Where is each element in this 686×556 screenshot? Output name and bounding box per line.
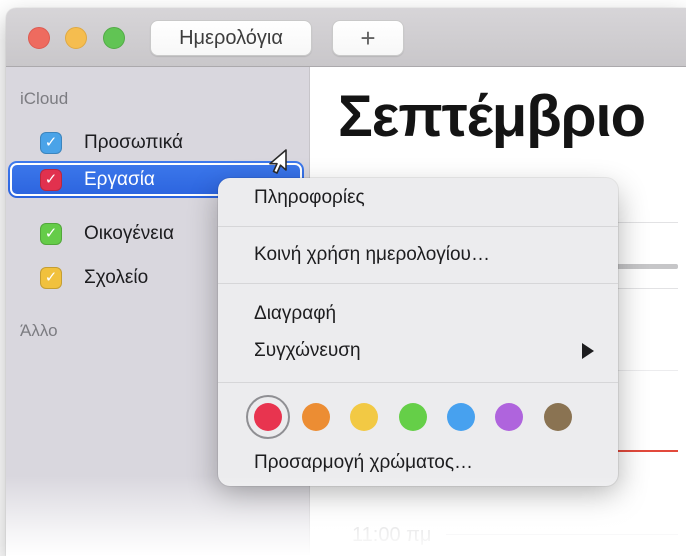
menu-item-info[interactable]: Πληροφορίες (218, 183, 618, 213)
color-swatch-green[interactable] (399, 403, 427, 431)
add-event-button[interactable]: + (332, 20, 404, 56)
menu-item-label: Προσαρμογή χρώματος… (254, 452, 473, 473)
color-swatch-yellow[interactable] (350, 403, 378, 431)
month-title: Σεπτέμβριο (338, 84, 646, 149)
submenu-arrow-icon (582, 343, 594, 359)
calendar-context-menu: Πληροφορίες Κοινή χρήση ημερολογίου… Δια… (218, 178, 618, 486)
color-swatch-purple[interactable] (495, 403, 523, 431)
plus-icon: + (360, 22, 376, 53)
calendar-window: Ημερολόγια + iCloud Προσωπικά Εργασία Οι… (6, 8, 686, 556)
calendar-checkbox-school[interactable] (40, 267, 62, 289)
close-window-button[interactable] (28, 27, 50, 49)
menu-item-custom-color[interactable]: Προσαρμογή χρώματος… (218, 448, 618, 478)
titlebar: Ημερολόγια + (6, 8, 686, 67)
menu-separator (218, 382, 618, 383)
menu-item-label: Κοινή χρήση ημερολογίου… (254, 244, 490, 265)
calendar-checkbox-work[interactable] (40, 169, 62, 191)
calendars-toggle-label: Ημερολόγια (179, 26, 283, 49)
menu-separator (218, 283, 618, 284)
calendar-checkbox-personal[interactable] (40, 132, 62, 154)
menu-item-label: Διαγραφή (254, 303, 337, 324)
menu-separator (218, 226, 618, 227)
menu-item-delete[interactable]: Διαγραφή (218, 299, 618, 329)
calendar-checkbox-family[interactable] (40, 223, 62, 245)
hour-gridline (446, 534, 678, 535)
color-swatch-red[interactable] (254, 403, 282, 431)
sidebar-section-other: Άλλο (20, 321, 58, 340)
menu-item-label: Συγχώνευση (254, 340, 361, 361)
calendars-toggle-button[interactable]: Ημερολόγια (150, 20, 312, 56)
calendar-label: Σχολείο (84, 267, 149, 288)
minimize-window-button[interactable] (65, 27, 87, 49)
calendar-label: Προσωπικά (84, 132, 183, 153)
menu-item-share-calendar[interactable]: Κοινή χρήση ημερολογίου… (218, 240, 618, 270)
sidebar-section-icloud: iCloud (20, 89, 69, 108)
calendar-label: Εργασία (84, 169, 155, 190)
menu-item-merge[interactable]: Συγχώνευση (218, 336, 618, 366)
menu-item-label: Πληροφορίες (254, 187, 365, 208)
hour-label: 11:00 πμ (352, 524, 432, 546)
color-swatch-orange[interactable] (302, 403, 330, 431)
zoom-window-button[interactable] (103, 27, 125, 49)
mouse-cursor-icon (269, 149, 287, 174)
calendar-label: Οικογένεια (84, 223, 174, 244)
color-swatch-blue[interactable] (447, 403, 475, 431)
color-swatch-brown[interactable] (544, 403, 572, 431)
